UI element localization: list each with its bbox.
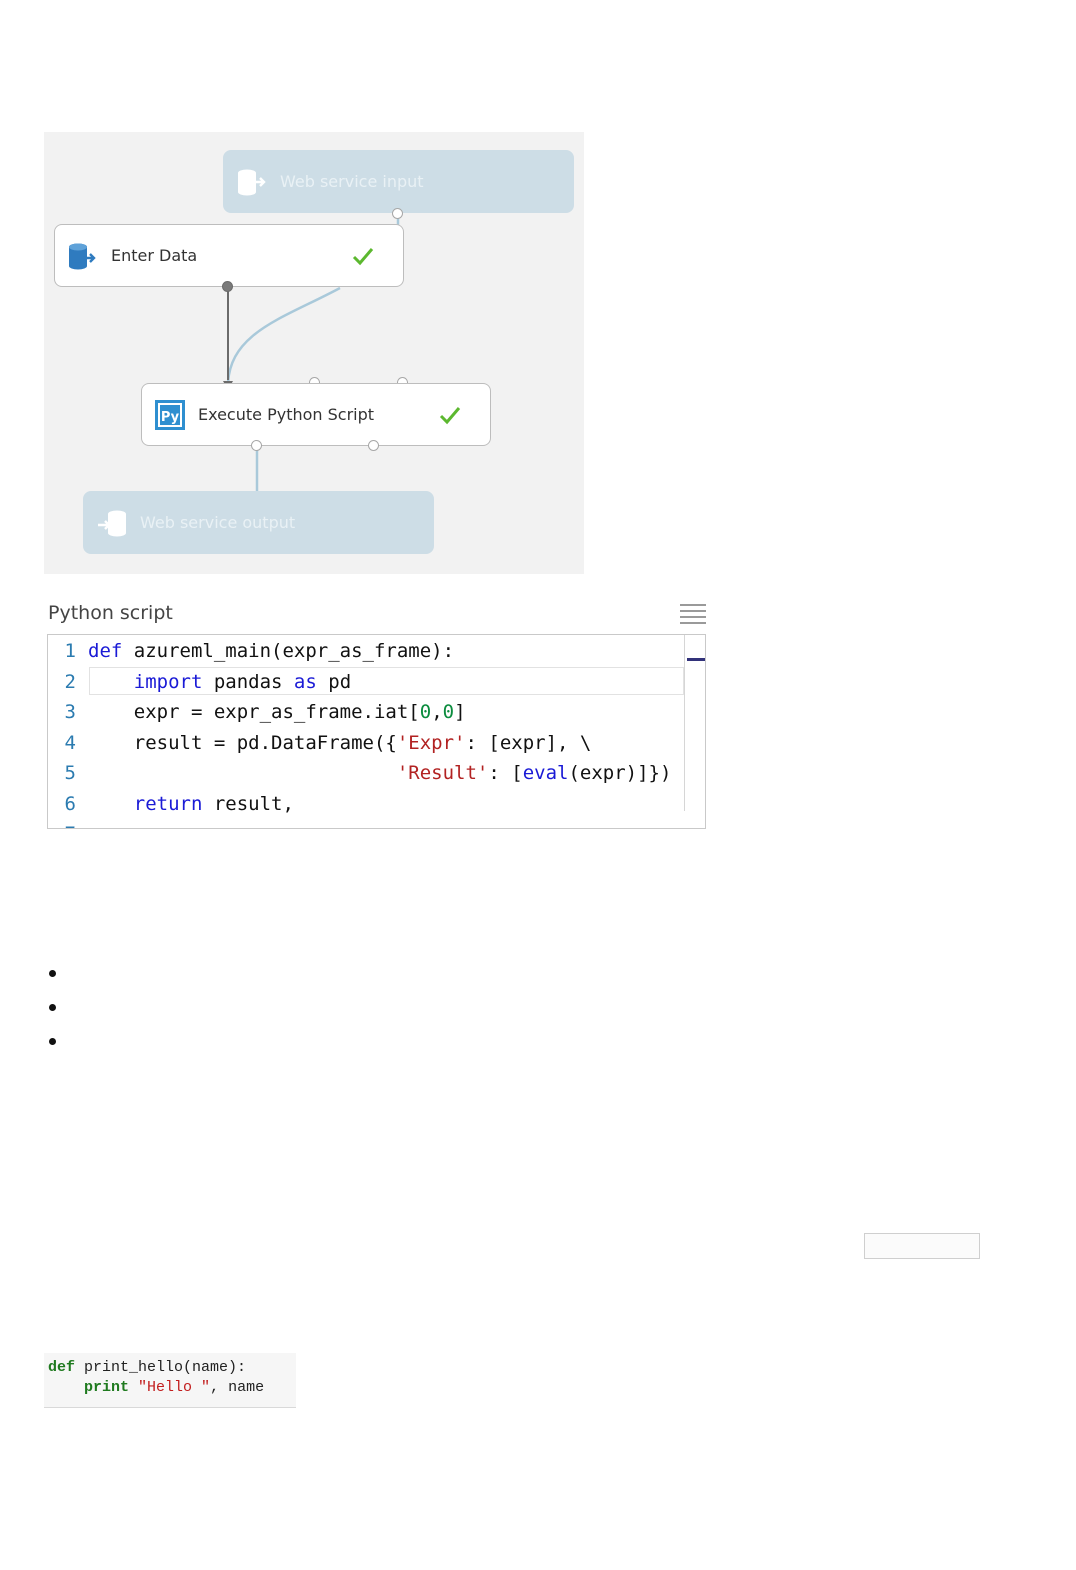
check-icon	[439, 406, 461, 424]
code-line[interactable]: 6 return result,	[48, 789, 688, 819]
python-output-port-2[interactable]	[368, 440, 379, 451]
web-service-output-label: Web service output	[140, 513, 296, 532]
code-line[interactable]: 3 expr = expr_as_frame.iat[0,0]	[48, 697, 688, 727]
line-number: 6	[64, 792, 76, 815]
snippet-line: print "Hello ", name	[48, 1378, 296, 1398]
code-token: eval	[522, 762, 569, 784]
code-token: return	[133, 792, 203, 815]
code-token: 'Result'	[396, 762, 489, 784]
bullet-point	[49, 1038, 56, 1045]
execute-python-label: Execute Python Script	[198, 405, 375, 424]
execute-python-module[interactable]: Py Execute Python Script	[141, 383, 491, 446]
code-token: 0	[442, 701, 455, 723]
bullet-point	[49, 970, 56, 977]
line-number: 7	[48, 819, 76, 828]
code-token: : [	[488, 762, 523, 784]
web-input-output-port[interactable]	[392, 208, 403, 219]
code-line[interactable]: 1 def azureml_main(expr_as_frame):	[48, 636, 688, 666]
web-input-icon	[236, 166, 268, 198]
enter-data-icon	[67, 240, 99, 272]
code-line[interactable]: 7	[48, 819, 688, 828]
code-token: 0	[419, 701, 432, 723]
line-number: 1	[64, 640, 76, 662]
code-token: azureml_main(expr_as_frame):	[122, 640, 455, 662]
snippet-token: , name	[210, 1379, 265, 1396]
web-service-input-label: Web service input	[280, 172, 424, 191]
web-service-output-module[interactable]: Web service output	[83, 491, 434, 554]
experiment-canvas[interactable]: Web service input Enter Data Py Execute …	[44, 132, 584, 574]
check-icon	[352, 247, 374, 265]
svg-text:Py: Py	[161, 410, 180, 425]
enter-data-label: Enter Data	[111, 246, 198, 265]
hamburger-menu-icon[interactable]	[680, 604, 706, 624]
line-code: return result,	[88, 793, 294, 815]
snippet-token: def	[48, 1359, 76, 1376]
snippet-token	[129, 1379, 138, 1396]
wire-web-input-to-python-curve	[226, 286, 341, 385]
python-script-title: Python script	[48, 602, 173, 624]
line-number: 5	[64, 762, 76, 784]
code-token: 'Expr'	[396, 731, 466, 754]
snippet-token: "Hello "	[138, 1379, 211, 1396]
enter-data-module[interactable]: Enter Data	[54, 224, 404, 287]
line-number: 2	[64, 670, 76, 693]
line-code: result = pd.DataFrame({'Expr': [expr], \	[88, 731, 592, 754]
current-line-highlight	[89, 666, 684, 695]
code-token: result,	[202, 792, 294, 815]
code-line[interactable]: 5 'Result': [eval(expr)]})	[48, 758, 688, 788]
line-number: 3	[64, 701, 76, 723]
code-token: (expr)]})	[568, 762, 672, 784]
code-token: ,	[431, 701, 443, 723]
enter-data-output-port[interactable]	[222, 281, 233, 292]
web-output-icon	[96, 507, 128, 539]
snippet-token: print	[84, 1379, 130, 1396]
snippet-token	[48, 1379, 84, 1396]
snippet-token: print_hello(name):	[75, 1359, 247, 1376]
code-line[interactable]: 2 import pandas as pd	[48, 666, 688, 697]
code-token: def	[88, 640, 123, 662]
web-service-input-module[interactable]: Web service input	[223, 150, 574, 213]
inline-code-box	[864, 1233, 980, 1259]
code-token: ]	[454, 701, 466, 723]
line-code: 'Result': [eval(expr)]})	[88, 762, 672, 784]
scrollbar-thumb[interactable]	[687, 658, 705, 661]
code-token: result = pd.DataFrame({	[88, 731, 397, 754]
snippet-line: def print_hello(name):	[48, 1358, 296, 1378]
bullet-point	[49, 1004, 56, 1011]
line-code: expr = expr_as_frame.iat[0,0]	[88, 701, 466, 723]
line-number: 4	[64, 731, 76, 754]
code-token: expr = expr_as_frame.iat[	[88, 701, 420, 723]
code-snippet: def print_hello(name): print "Hello ", n…	[44, 1353, 296, 1408]
code-line[interactable]: 4 result = pd.DataFrame({'Expr': [expr],…	[48, 728, 688, 758]
editor-scrollbar[interactable]	[684, 635, 705, 811]
code-token: : [expr], \	[465, 731, 592, 754]
python-output-port-1[interactable]	[251, 440, 262, 451]
python-icon: Py	[154, 399, 186, 431]
python-code-editor[interactable]: 1 def azureml_main(expr_as_frame): 2 impor…	[47, 634, 706, 829]
line-code: def azureml_main(expr_as_frame):	[88, 640, 454, 662]
